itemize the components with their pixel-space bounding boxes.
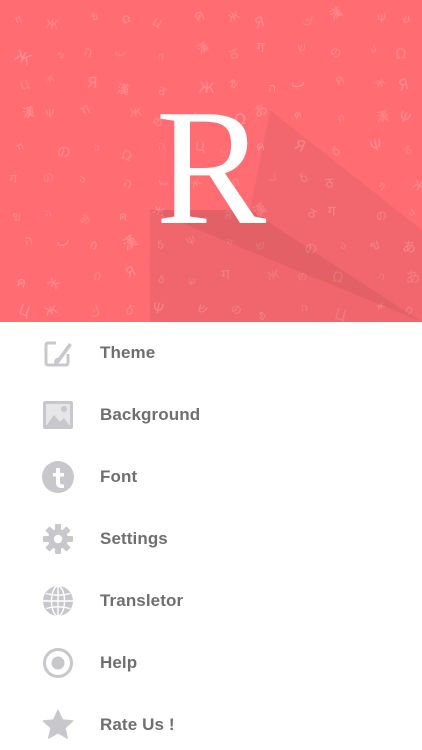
pattern-glyph: ठ bbox=[227, 46, 241, 64]
pattern-glyph: Ц bbox=[150, 15, 165, 31]
pattern-glyph: ж bbox=[371, 73, 388, 91]
pattern-glyph: の bbox=[56, 144, 71, 161]
pattern-glyph: ה bbox=[23, 232, 34, 247]
menu-item-background[interactable]: Background bbox=[0, 384, 422, 446]
pattern-glyph: ж bbox=[42, 299, 60, 320]
menu-item-help[interactable]: Help bbox=[0, 632, 422, 694]
pattern-glyph: ค bbox=[15, 274, 28, 292]
pattern-glyph: 漢 bbox=[120, 233, 140, 254]
pattern-glyph: あ bbox=[79, 212, 92, 227]
pattern-glyph: ი bbox=[88, 236, 101, 254]
pattern-glyph: ה bbox=[82, 44, 95, 62]
menu-label-font: Font bbox=[100, 467, 138, 486]
pattern-glyph: ი bbox=[157, 49, 165, 64]
menu-label-translator: Transletor bbox=[100, 591, 184, 610]
menu-item-settings[interactable]: Settings bbox=[0, 508, 422, 570]
font-icon bbox=[42, 461, 74, 493]
pattern-glyph: ი bbox=[92, 266, 103, 285]
pattern-glyph: ה bbox=[121, 175, 135, 192]
pattern-glyph: Ψ bbox=[396, 109, 412, 128]
pattern-glyph: の bbox=[328, 45, 343, 61]
pattern-glyph: ה bbox=[268, 80, 276, 94]
pattern-glyph: Ц bbox=[16, 302, 32, 321]
pattern-glyph: の bbox=[41, 170, 57, 187]
pattern-glyph: 漢 bbox=[375, 109, 390, 125]
pattern-glyph: ค bbox=[191, 5, 207, 25]
pattern-glyph: Ж bbox=[12, 46, 34, 69]
pattern-glyph: ب bbox=[114, 44, 127, 59]
pattern-glyph: Ω bbox=[119, 147, 134, 165]
pattern-glyph: ა bbox=[370, 42, 378, 56]
pattern-glyph: ข bbox=[91, 10, 99, 23]
pattern-glyph: ग bbox=[10, 172, 18, 187]
logo-letter: R bbox=[156, 75, 267, 259]
pattern-glyph: ठ bbox=[402, 143, 415, 158]
pattern-glyph: Я bbox=[87, 73, 98, 92]
pattern-glyph: Я bbox=[123, 263, 139, 282]
pattern-glyph: ค bbox=[293, 108, 303, 122]
help-icon bbox=[42, 647, 74, 679]
pattern-glyph: Ж bbox=[45, 17, 59, 32]
pattern-glyph: ש bbox=[401, 12, 412, 27]
gear-icon bbox=[42, 523, 74, 555]
pattern-glyph: ค bbox=[118, 209, 128, 224]
pattern-glyph: δ bbox=[123, 302, 137, 319]
header-artwork: ग Жข Ω Ц ค ж Я ك 漢 Ψ שЖ ข ה ب ი 漢 ठ ग ש の ა ΩЦ ж Я 漢 ठ Ж ข ה ب ค ж Я漢 Ψ ग Ж… bbox=[10, 5, 422, 322]
globe-icon bbox=[42, 585, 74, 617]
pattern-glyph: ж bbox=[225, 6, 243, 26]
menu-item-font[interactable]: Font bbox=[0, 446, 422, 508]
pattern-glyph: ك bbox=[87, 303, 104, 322]
pattern-glyph: 漢 bbox=[116, 82, 130, 98]
pattern-glyph: Ц bbox=[18, 77, 31, 93]
menu-item-translator[interactable]: Transletor bbox=[0, 570, 422, 632]
pattern-glyph: ж bbox=[43, 271, 64, 293]
menu-label-help: Help bbox=[100, 653, 138, 672]
star-icon bbox=[42, 709, 74, 741]
pattern-glyph: Я bbox=[396, 75, 410, 95]
drawer-header: गЖขΩЦคжЯك漢ΨשЖขהبი漢ठगשのაΩЦжЯ漢ठЖขהبคжЯ漢ΨगЖ… bbox=[0, 0, 422, 322]
pattern-glyph: ग bbox=[376, 179, 389, 194]
menu-label-rate: Rate Us ! bbox=[100, 715, 175, 734]
theme-icon bbox=[42, 337, 74, 369]
menu-label-theme: Theme bbox=[100, 343, 156, 362]
pattern-glyph: 漢 bbox=[195, 40, 211, 57]
pattern-glyph: ი bbox=[336, 110, 347, 126]
pattern-glyph: ש bbox=[296, 39, 308, 55]
pattern-glyph: Ж bbox=[129, 106, 142, 120]
pattern-glyph: ა bbox=[76, 171, 88, 186]
pattern-glyph: Ψ bbox=[45, 107, 54, 120]
pattern-glyph: Ψ bbox=[368, 135, 384, 155]
pattern-glyph: Ж bbox=[410, 177, 422, 195]
menu-label-settings: Settings bbox=[100, 529, 168, 548]
pattern-glyph: ग bbox=[15, 140, 27, 155]
pattern-glyph: 漢 bbox=[21, 105, 35, 121]
menu-item-rate[interactable]: Rate Us ! bbox=[0, 694, 422, 750]
pattern-glyph: 漢 bbox=[327, 5, 345, 23]
pattern-glyph: Ψ bbox=[377, 11, 387, 26]
pattern-glyph: ა bbox=[92, 140, 102, 154]
image-icon bbox=[42, 399, 74, 431]
pattern-glyph: Ω bbox=[395, 46, 407, 63]
pattern-glyph: ग bbox=[79, 101, 95, 119]
pattern-glyph: δ bbox=[329, 144, 343, 160]
pattern-glyph: Я bbox=[253, 14, 267, 32]
menu-label-background: Background bbox=[100, 405, 201, 424]
pattern-glyph: ה bbox=[44, 208, 52, 220]
pattern-glyph: ค bbox=[333, 72, 347, 89]
pattern-glyph: ग bbox=[256, 40, 266, 56]
pattern-glyph: ك bbox=[299, 13, 314, 31]
pattern-glyph: ж bbox=[41, 70, 56, 87]
pattern-glyph: ب bbox=[291, 73, 306, 91]
pattern-glyph: ข bbox=[11, 209, 21, 225]
drawer-menu: Theme Background Font Settings Transleto… bbox=[0, 322, 422, 750]
pattern-glyph: Ω bbox=[121, 14, 133, 27]
pattern-glyph: ग bbox=[13, 13, 25, 28]
pattern-glyph: ب bbox=[55, 232, 71, 250]
pattern-glyph: ข bbox=[57, 50, 65, 61]
pattern-glyph: ა bbox=[408, 205, 416, 219]
menu-item-theme[interactable]: Theme bbox=[0, 322, 422, 384]
